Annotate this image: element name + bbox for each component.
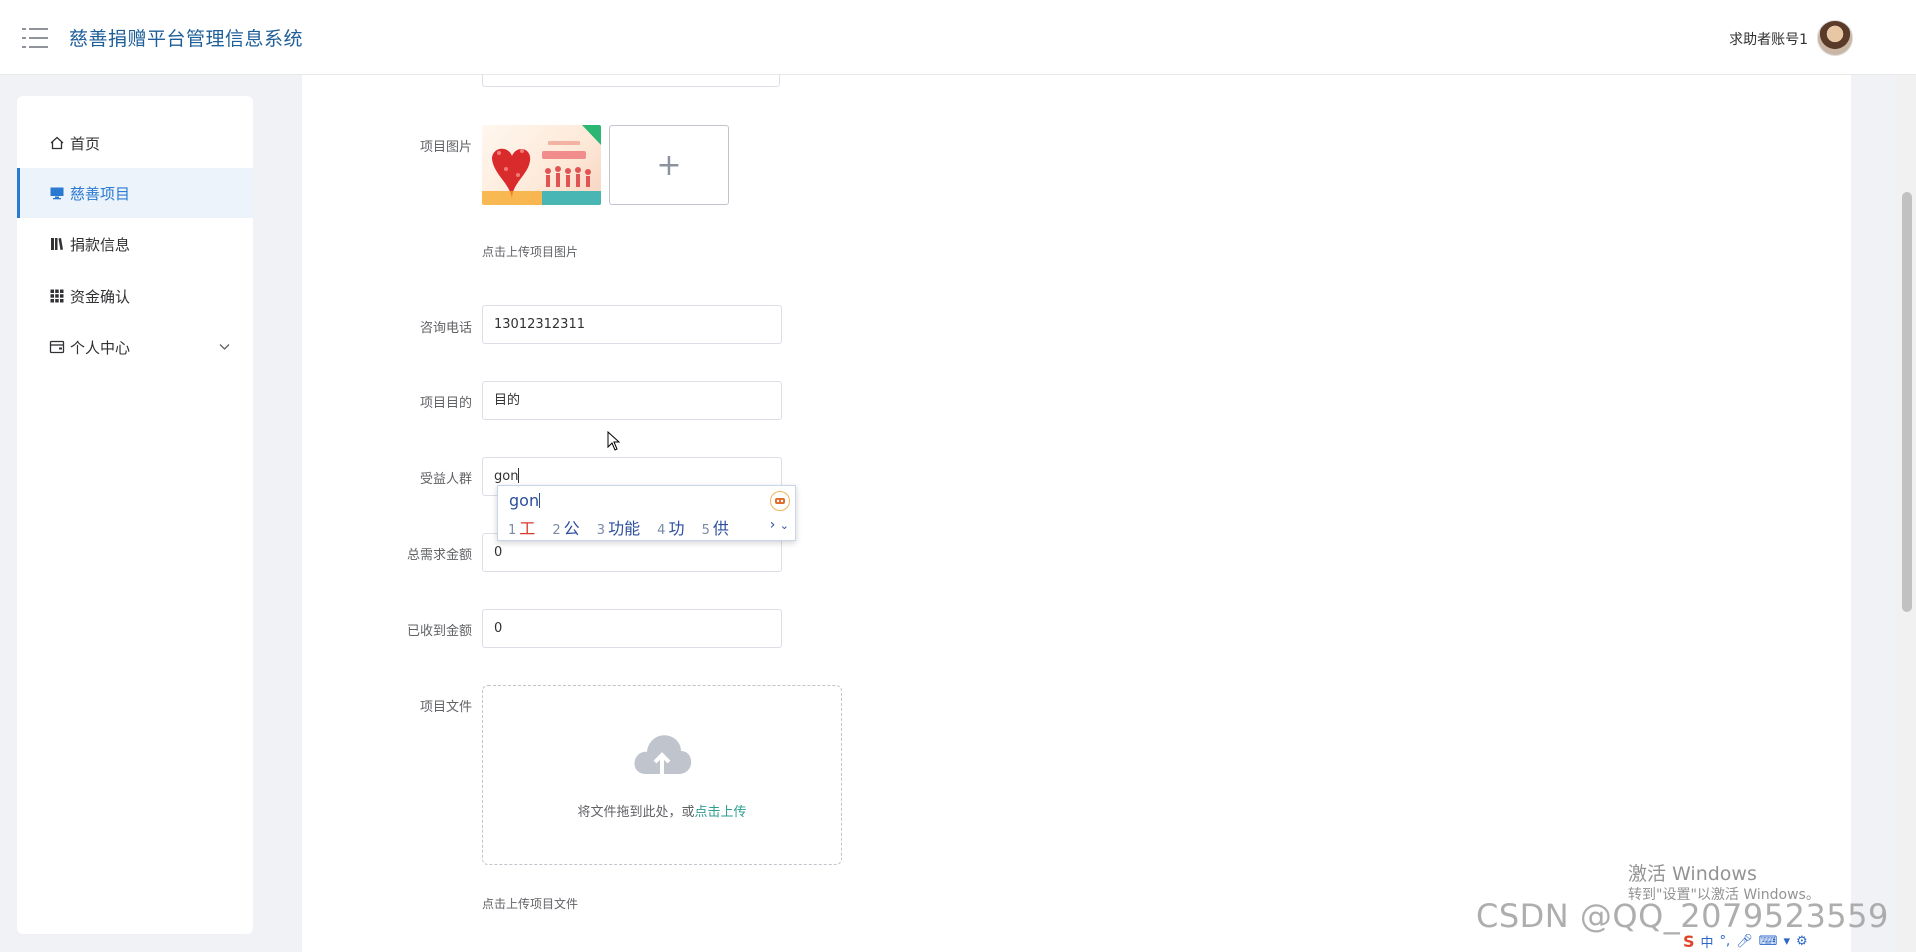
avatar[interactable]: [1817, 20, 1853, 56]
image-upload-hint: 点击上传项目图片: [482, 245, 579, 259]
grid-icon: [48, 287, 66, 305]
ime-candidate-window: gon 1工 2公 3 功能 4功 5供 › ⌄: [497, 485, 796, 541]
ime-candidate-number: 5: [701, 523, 710, 538]
ime-composition: gon: [509, 491, 541, 510]
ime-candidate-number: 2: [552, 523, 561, 538]
ime-candidate-list: 1工 2公 3 功能 4功 5供: [508, 515, 741, 539]
app-title: 慈善捐赠平台管理信息系统: [69, 28, 304, 50]
monitor-icon: [48, 184, 66, 202]
phone-label: 咨询电话: [419, 321, 472, 336]
ime-candidate[interactable]: 3 功能: [597, 519, 640, 538]
file-upload-dragger[interactable]: 将文件拖到此处，或点击上传: [482, 685, 842, 865]
keyboard-icon[interactable]: ⌨︎: [1759, 934, 1778, 949]
microphone-icon[interactable]: 🎤︎: [1736, 934, 1753, 949]
ime-candidate-text: 供: [712, 519, 729, 538]
sogou-ime-icon[interactable]: S: [1683, 932, 1695, 951]
ime-candidate-number: 1: [508, 523, 517, 538]
mouse-cursor-icon: [607, 430, 621, 455]
sidebar: 首页 慈善项目 捐款信息 资金确认 个人中心: [17, 96, 253, 934]
beneficiary-label: 受益人群: [419, 472, 472, 487]
ime-candidate[interactable]: 5供: [702, 519, 729, 538]
sidebar-item-charity-projects[interactable]: 慈善项目: [17, 168, 253, 218]
image-upload-button[interactable]: +: [609, 125, 729, 205]
ime-candidate-number: 4: [657, 523, 666, 538]
file-upload-hint: 点击上传项目文件: [482, 897, 579, 911]
sidebar-item-label: 个人中心: [70, 338, 131, 357]
purpose-label: 项目目的: [419, 396, 472, 411]
dragger-text-main: 将文件拖到此处，或: [577, 805, 695, 820]
menu-toggle-icon[interactable]: [22, 28, 48, 48]
home-icon: [48, 134, 66, 152]
plus-icon: +: [656, 147, 682, 183]
ime-candidate[interactable]: 2公: [552, 519, 579, 538]
ime-mode-indicator[interactable]: 中: [1701, 932, 1714, 951]
wallet-icon: [48, 338, 66, 356]
ime-candidate-number: 3: [596, 523, 606, 538]
ime-candidate-text: 功能: [608, 519, 641, 538]
windows-activation-title: 激活 Windows: [1628, 863, 1757, 885]
chevron-down-icon[interactable]: ⌄: [780, 519, 789, 532]
punctuation-icon[interactable]: °,: [1720, 934, 1731, 949]
chevron-right-icon[interactable]: ›: [770, 517, 776, 533]
ime-nav: › ⌄: [770, 517, 789, 533]
ime-candidate-text: 公: [563, 519, 580, 538]
shirt-icon[interactable]: ▾: [1783, 934, 1790, 949]
total-amount-label: 总需求金额: [406, 548, 472, 563]
previous-field-input[interactable]: [482, 75, 780, 87]
chevron-down-icon: [218, 339, 231, 357]
sidebar-item-label: 捐款信息: [70, 235, 131, 254]
sidebar-item-home[interactable]: 首页: [17, 118, 253, 168]
sidebar-item-label: 资金确认: [70, 287, 131, 306]
sidebar-item-label: 首页: [70, 134, 101, 153]
page-scrollbar-thumb[interactable]: [1902, 192, 1912, 612]
phone-input[interactable]: 13012312311: [482, 305, 782, 344]
ime-composition-text: gon: [509, 491, 540, 510]
dragger-upload-link[interactable]: 点击上传: [695, 805, 747, 820]
file-label: 项目文件: [419, 700, 472, 715]
dragger-text: 将文件拖到此处，或点击上传: [483, 801, 841, 820]
sidebar-item-donation-info[interactable]: 捐款信息: [17, 219, 253, 269]
top-header: 慈善捐赠平台管理信息系统 求助者账号1: [0, 0, 1916, 75]
received-amount-input[interactable]: 0: [482, 609, 782, 648]
purpose-input[interactable]: 目的: [482, 381, 782, 420]
ime-candidate-text: 功: [668, 519, 685, 538]
beneficiary-input-value: gon: [494, 469, 519, 484]
upload-cloud-icon: [632, 730, 692, 780]
image-label: 项目图片: [419, 140, 472, 155]
ime-candidate-text: 工: [519, 519, 536, 538]
notebook-icon: [48, 235, 66, 253]
settings-icon[interactable]: ⚙︎: [1796, 934, 1808, 949]
sidebar-item-fund-confirm[interactable]: 资金确认: [17, 271, 253, 321]
ime-candidate[interactable]: 1工: [508, 519, 535, 538]
system-tray: S 中 °, 🎤︎ ⌨︎ ▾ ⚙︎: [1683, 930, 1808, 952]
sidebar-item-personal-center[interactable]: 个人中心: [17, 322, 253, 372]
ime-candidate[interactable]: 4功: [657, 519, 684, 538]
received-amount-label: 已收到金额: [406, 624, 472, 639]
project-image-thumbnail[interactable]: [482, 125, 601, 205]
sidebar-item-label: 慈善项目: [70, 184, 131, 203]
ime-skin-icon[interactable]: [770, 491, 790, 511]
user-name[interactable]: 求助者账号1: [1729, 29, 1808, 49]
